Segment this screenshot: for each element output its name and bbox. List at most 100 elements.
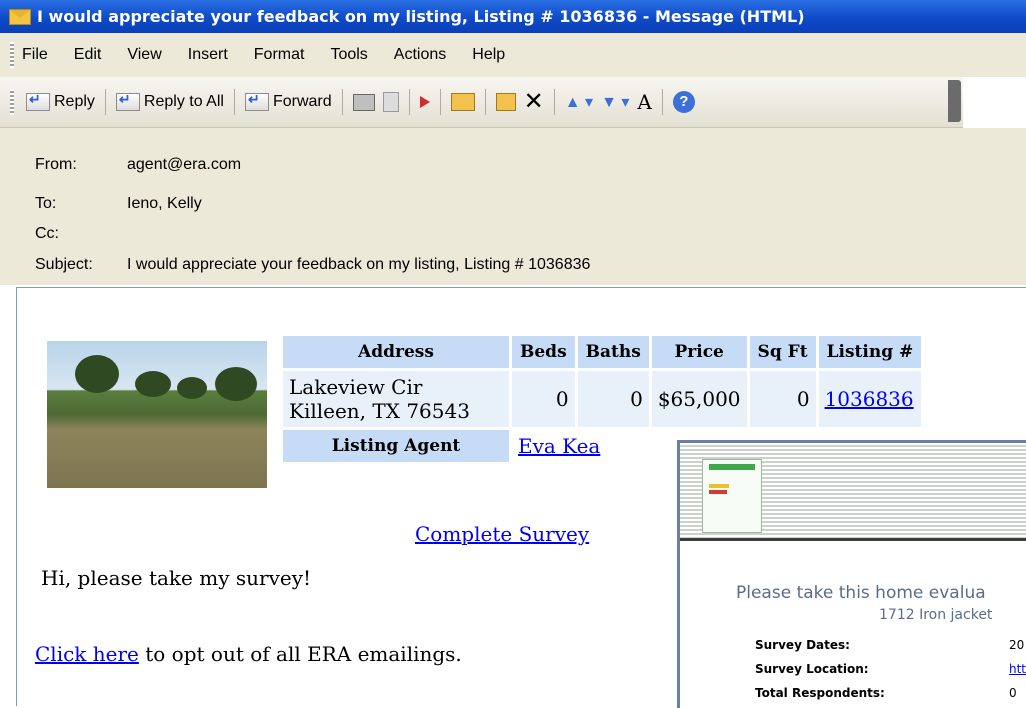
menu-format[interactable]: Format [254, 46, 305, 64]
survey-report-icon [702, 459, 762, 533]
toolbar-separator [408, 89, 410, 115]
menu-view[interactable]: View [127, 46, 161, 64]
to-value[interactable]: Ieno, Kelly [127, 195, 202, 213]
copy-button[interactable] [379, 92, 403, 112]
listing-agent-link[interactable]: Eva Kea [518, 434, 600, 458]
beds-header: Beds [512, 336, 575, 368]
survey-dates-label: Survey Dates: [755, 638, 850, 652]
toolbar-separator [661, 89, 663, 115]
help-icon: ? [672, 91, 695, 113]
menu-bar: File Edit View Insert Format Tools Actio… [0, 33, 1026, 77]
move-to-folder-button[interactable] [492, 93, 520, 111]
beds-value: 0 [512, 371, 575, 427]
complete-survey-link[interactable]: Complete Survey [415, 522, 589, 546]
optout-text: Click here to opt out of all ERA emailin… [35, 642, 462, 666]
reply-all-icon [115, 91, 140, 111]
cc-label: Cc: [35, 225, 59, 242]
total-respondents-label: Total Respondents: [755, 686, 885, 700]
folder-icon [450, 93, 475, 111]
font-size-button[interactable]: A [633, 90, 655, 114]
print-icon [352, 93, 375, 111]
flag-icon [419, 96, 430, 108]
reply-label: Reply [54, 93, 95, 110]
address-line1: Lakeview Cir [289, 375, 423, 399]
sqft-value: 0 [749, 371, 816, 427]
listing-agent-label: Listing Agent [283, 430, 509, 462]
reply-button[interactable]: Reply [22, 91, 99, 111]
toolbar-separator [233, 89, 235, 115]
menu-file[interactable]: File [22, 46, 48, 64]
menu-help[interactable]: Help [472, 46, 505, 64]
title-bar: I would appreciate your feedback on my l… [0, 0, 1026, 33]
from-value[interactable]: agent@era.com [127, 156, 241, 174]
survey-prompt: Please take this home evalua [736, 583, 986, 603]
toolbar-separator [484, 89, 486, 115]
subject-label: Subject: [35, 256, 93, 273]
forward-button[interactable]: Forward [241, 91, 336, 111]
reply-all-label: Reply to All [143, 93, 224, 110]
flag-button[interactable] [416, 96, 434, 108]
menu-actions[interactable]: Actions [394, 46, 446, 64]
greeting-text: Hi, please take my survey! [41, 566, 312, 590]
copy-icon [382, 92, 399, 112]
subject-value: I would appreciate your feedback on my l… [127, 256, 591, 273]
up-arrow-icon: ▲ ▾ [564, 94, 594, 111]
standard-toolbar: Reply Reply to All Forward ✕ ▲ ▾ ▼ ▾ A ? [0, 77, 963, 128]
help-button[interactable]: ? [669, 91, 699, 113]
price-value: $65,000 [651, 371, 747, 427]
reply-icon [26, 91, 50, 111]
previous-item-button[interactable]: ▲ ▾ [561, 92, 597, 112]
listing-photo [47, 341, 267, 488]
print-button[interactable] [349, 93, 379, 111]
forward-label: Forward [272, 93, 332, 110]
toolbar-separator [553, 89, 555, 115]
to-row: To: Ieno, Kelly [35, 195, 202, 213]
listing-number-header: Listing # [818, 336, 922, 368]
to-label: To: [35, 195, 57, 212]
forward-icon [244, 91, 269, 111]
listing-header-row: Address Beds Baths Price Sq Ft Listing # [283, 336, 922, 368]
survey-location-link[interactable]: htt [1009, 662, 1026, 676]
cc-row: Cc: [35, 225, 127, 243]
baths-value: 0 [577, 371, 649, 427]
sqft-header: Sq Ft [749, 336, 816, 368]
banner-divider [680, 538, 1026, 541]
address-cell: Lakeview Cir Killeen, TX 76543 [283, 371, 509, 427]
menu-tools[interactable]: Tools [330, 46, 367, 64]
survey-location-label: Survey Location: [755, 662, 869, 676]
menu-grip-icon [10, 42, 14, 68]
message-envelope-icon [9, 8, 31, 25]
toolbar-grip-icon [10, 89, 14, 115]
toolbar-separator [439, 89, 441, 115]
baths-header: Baths [577, 336, 649, 368]
next-item-button[interactable]: ▼ ▾ [597, 92, 633, 112]
survey-dates-value: 20 [1009, 638, 1025, 652]
message-header: From: agent@era.com To: Ieno, Kelly Cc: … [0, 128, 1026, 285]
survey-address: 1712 Iron jacket [879, 607, 993, 623]
move-to-folder-icon [495, 93, 516, 111]
survey-preview-window: Please take this home evalua 1712 Iron j… [677, 440, 1026, 708]
menu-edit[interactable]: Edit [74, 46, 102, 64]
reply-all-button[interactable]: Reply to All [112, 91, 228, 111]
window-title: I would appreciate your feedback on my l… [37, 7, 805, 26]
optout-link[interactable]: Click here [35, 642, 139, 666]
from-label: From: [35, 156, 77, 173]
font-size-icon: A [637, 90, 652, 114]
delete-x-icon: ✕ [523, 88, 544, 115]
listing-number-cell: 1036836 [818, 371, 922, 427]
from-row: From: agent@era.com [35, 156, 241, 174]
open-folder-button[interactable] [447, 93, 479, 111]
listing-data-row: Lakeview Cir Killeen, TX 76543 0 0 $65,0… [283, 371, 922, 427]
price-header: Price [651, 336, 747, 368]
total-respondents-value: 0 [1009, 686, 1017, 700]
listing-number-link[interactable]: 1036836 [825, 387, 914, 411]
optout-rest: to opt out of all ERA emailings. [138, 642, 462, 666]
toolbar-separator [104, 89, 106, 115]
address-line2: Killeen, TX 76543 [289, 399, 470, 423]
down-arrow-icon: ▼ ▾ [601, 94, 630, 111]
address-header: Address [283, 336, 509, 368]
subject-row: Subject: I would appreciate your feedbac… [35, 256, 590, 274]
delete-button[interactable]: ✕ [520, 90, 548, 114]
toolbar-options-chevron-icon[interactable] [948, 80, 961, 122]
menu-insert[interactable]: Insert [188, 46, 228, 64]
